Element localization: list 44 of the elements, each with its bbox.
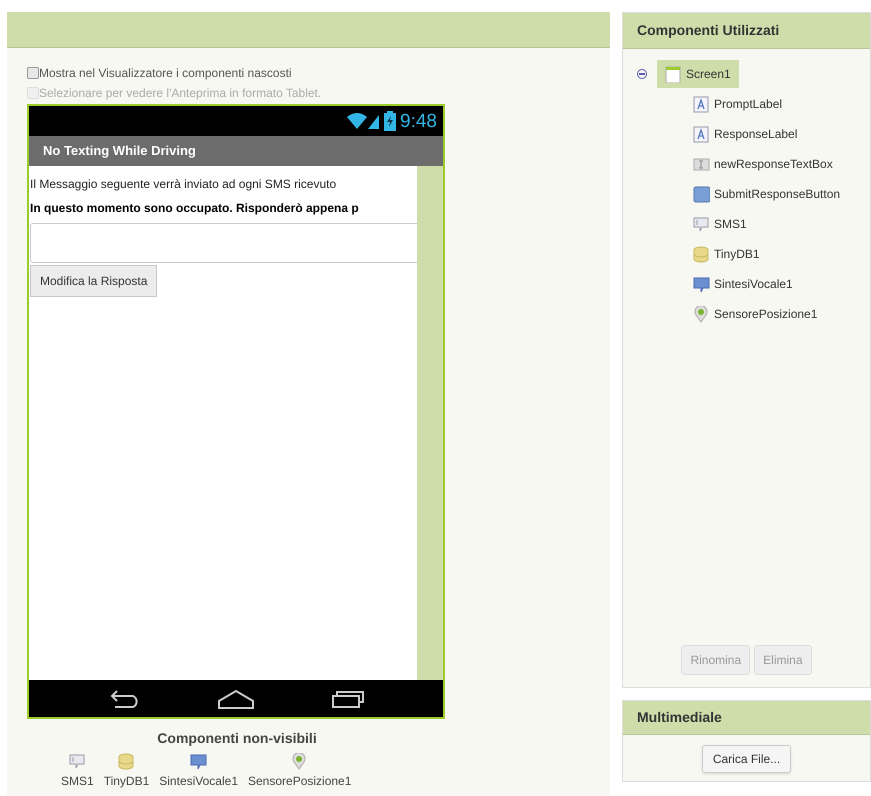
- checkbox-label: Mostra nel Visualizzatore i componenti nascosti: [39, 65, 292, 82]
- database-icon: [118, 753, 135, 770]
- non-visible-heading: Componenti non-visibili: [156, 729, 318, 748]
- tree-item[interactable]: ResponseLabel: [685, 120, 806, 148]
- tree-item[interactable]: PromptLabel: [685, 90, 790, 118]
- speech-bubble-icon: [68, 753, 86, 770]
- wifi-signal-icon: [346, 111, 380, 131]
- map-pin-icon: [693, 306, 710, 322]
- upload-file-button[interactable]: Carica File...: [702, 745, 792, 773]
- component-label: SintesiVocale1: [159, 773, 238, 790]
- label-letter-icon: [693, 96, 710, 112]
- screen-icon: [665, 66, 682, 82]
- map-pin-icon: [291, 753, 308, 770]
- button-icon: [693, 186, 710, 202]
- home-icon: [217, 688, 255, 708]
- tree-item[interactable]: SensorePosizione1: [685, 300, 826, 328]
- battery-icon: [384, 111, 396, 131]
- component-label: SMS1: [61, 773, 94, 790]
- checkbox-label: Selezionare per vedere l'Anteprima in formato Tablet.: [39, 85, 322, 102]
- speech-bubble-icon: [693, 216, 710, 232]
- tree-item[interactable]: SubmitResponseButton: [685, 180, 848, 208]
- text-box-icon: [693, 156, 710, 172]
- label-letter-icon: [693, 126, 710, 142]
- collapse-icon[interactable]: [637, 69, 647, 79]
- panel-header: Componenti Utilizzati: [623, 13, 870, 49]
- tree-item[interactable]: Screen1: [657, 60, 739, 88]
- app-title-bar: No Texting While Driving: [29, 136, 443, 166]
- response-label: In questo momento sono occupato. Risponderò appena p: [29, 200, 360, 217]
- tree-item[interactable]: TinyDB1: [685, 240, 768, 268]
- component-label: TinyDB1: [104, 773, 150, 790]
- edit-response-button[interactable]: Modifica la Risposta: [30, 265, 158, 297]
- component-label: SensorePosizione1: [248, 773, 352, 790]
- database-icon: [693, 246, 710, 262]
- response-input-field[interactable]: [30, 223, 417, 263]
- tree-item[interactable]: SintesiVocale1: [685, 270, 801, 298]
- panel-header: Multimediale: [623, 701, 870, 735]
- recent-apps-icon: [331, 690, 365, 708]
- chat-bubble-icon: [693, 276, 710, 292]
- chat-bubble-icon: [190, 753, 208, 770]
- tree-item[interactable]: newResponseTextBox: [685, 150, 841, 178]
- status-time: 9:48: [400, 112, 437, 130]
- checkbox[interactable]: [27, 67, 39, 79]
- tree-item[interactable]: SMS1: [685, 210, 755, 238]
- prompt-label: Il Messaggio seguente verrà inviato ad ogni SMS ricevuto: [29, 176, 338, 193]
